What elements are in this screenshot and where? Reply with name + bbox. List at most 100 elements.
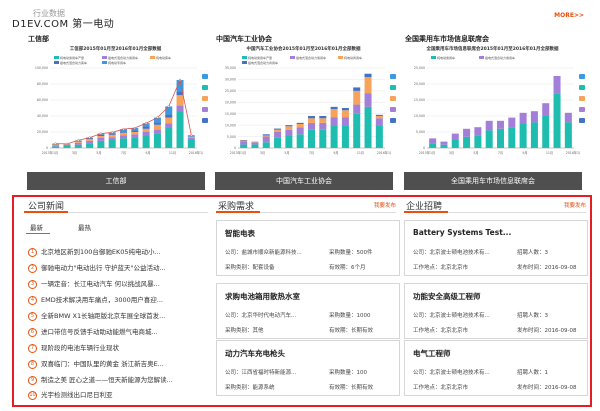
- news-item[interactable]: 5 全新BMW X1长轴距版北京车展全球首发...: [28, 310, 165, 321]
- legend-swatch: [150, 56, 155, 59]
- news-item[interactable]: 4 EMD技术解决用车痛点，3000用户喜迎...: [28, 294, 163, 305]
- procurement-card[interactable]: 动力汽车充电枪头 公司：江西省福时特新能源... 采购数量：100 采购类别：能…: [216, 340, 400, 396]
- toolbox-icon[interactable]: [390, 85, 396, 90]
- toolbox-icon[interactable]: [202, 85, 208, 90]
- y-tick-label: 25,000: [225, 89, 236, 93]
- news-item[interactable]: 7 现阶段的电池车辆行业现状: [28, 342, 119, 353]
- card-company-label: 公司：: [413, 370, 430, 376]
- job-card[interactable]: 功能安全高级工程师 公司：北京波士顿电池技术有... 招聘人数：3 工作地点：北…: [404, 283, 588, 339]
- card-company-value: 北京波士顿电池技术有...: [429, 370, 490, 376]
- y-tick-label: 10,000: [225, 123, 236, 127]
- toolbox-icon[interactable]: [579, 107, 585, 112]
- x-tick-label: 11月: [546, 151, 553, 155]
- bar-segment: [108, 140, 116, 148]
- card-title[interactable]: 动力汽车充电枪头: [225, 348, 285, 359]
- bar-segment: [86, 143, 94, 148]
- legend-label: 纯电动客车: [156, 55, 171, 60]
- legend-swatch: [290, 56, 295, 59]
- toolbox-icon[interactable]: [202, 118, 208, 123]
- x-tick-label: 2015年1月: [230, 150, 247, 155]
- toolbox-icon[interactable]: [202, 74, 208, 79]
- bar-segment: [274, 129, 282, 132]
- y-tick-label: 20,000: [225, 100, 236, 104]
- bar-segment: [142, 126, 150, 129]
- toolbox-icon[interactable]: [390, 107, 396, 112]
- toolbox-icon[interactable]: [390, 118, 396, 123]
- card-title[interactable]: 功能安全高级工程师: [413, 291, 481, 302]
- news-item[interactable]: 2 御驰电动力"电动出行 守护蓝天"公益活动...: [28, 262, 166, 273]
- card-qty-value: 100: [356, 370, 368, 376]
- toolbox-icon[interactable]: [579, 118, 585, 123]
- chart-toolbox[interactable]: [579, 74, 587, 129]
- card-company: 公司：北京华时代电动汽车...: [225, 311, 296, 319]
- bar-segment: [319, 122, 327, 130]
- miit-button[interactable]: 工信部: [27, 172, 205, 190]
- bar-segment: [296, 124, 304, 128]
- news-item[interactable]: 10 光宇检测线出口尼日利亚: [28, 389, 113, 400]
- line-point: [122, 128, 125, 131]
- bar-segment: [285, 129, 293, 136]
- card-count: 招聘人数：3: [517, 248, 548, 256]
- news-item[interactable]: 1 北京地区新到100台御驰EK05纯电动小...: [28, 246, 161, 257]
- legend-swatch: [242, 56, 247, 59]
- y-tick-label: 10,000: [414, 114, 425, 118]
- bar-segment: [108, 134, 116, 138]
- card-title[interactable]: Battery Systems Test...: [413, 228, 511, 237]
- bar-segment: [485, 130, 493, 148]
- line-point: [178, 78, 182, 82]
- x-tick-label: 3月: [260, 151, 265, 155]
- tab-latest[interactable]: 最新: [30, 222, 43, 232]
- more-link[interactable]: MORE>>: [554, 12, 584, 19]
- news-item[interactable]: 6 进口带信号反馈手动助动能燃气电商城...: [28, 326, 158, 337]
- active-tab-indicator: [26, 233, 50, 234]
- job-card[interactable]: Battery Systems Test... 公司：北京波士顿电池技术有...…: [404, 220, 588, 276]
- cpca-button[interactable]: 全国乘用车市场信息联席会: [404, 172, 582, 190]
- chart-toolbox[interactable]: [202, 74, 210, 129]
- card-title[interactable]: 电气工程师: [413, 348, 451, 359]
- x-tick-label: 7月: [309, 151, 314, 155]
- toolbox-icon[interactable]: [202, 107, 208, 112]
- bar-segment: [307, 129, 316, 148]
- card-title[interactable]: 智能电表: [225, 228, 255, 239]
- toolbox-icon[interactable]: [579, 74, 585, 79]
- chart-cpca[interactable]: 纯电动乘用车 插电式混合动力乘用车 0 5,000 10,000 15,000 20,000…: [405, 44, 580, 166]
- toolbox-icon[interactable]: [390, 74, 396, 79]
- card-period-value: 长期有效: [351, 328, 374, 334]
- bar-segment: [52, 145, 60, 147]
- toolbox-icon[interactable]: [390, 96, 396, 101]
- bar-segment: [564, 122, 572, 148]
- card-period: 有效期：长期有效: [329, 326, 373, 334]
- procurement-card[interactable]: 智能电表 公司：盐城市顺众新能源科技... 采购数量：500件 采购类别：配套设…: [216, 220, 400, 276]
- bar-segment: [74, 142, 82, 145]
- procurement-post-link[interactable]: 我要发布: [374, 201, 396, 209]
- chart-miit[interactable]: 纯电动乘用车产量 插电式混合动力乘用车 纯电动客车 插电式混合动力客车 纯电动专用车 0 2…: [28, 44, 203, 166]
- card-qty-value: 1000: [356, 313, 371, 319]
- toolbox-icon[interactable]: [579, 85, 585, 90]
- chart-caam-svg: 纯电动乘用车产量 插电式混合动力乘用车 纯电动商用车插电式混合动力商用车 0 5,000…: [225, 55, 391, 155]
- bar-segment: [474, 127, 482, 136]
- caam-button[interactable]: 中国汽车工业协会: [215, 172, 393, 190]
- news-item[interactable]: 9 制造之美 匠心之道——恒天新能源为您解读...: [28, 374, 173, 385]
- tab-hottest[interactable]: 最热: [78, 222, 91, 232]
- x-tick-label: 9月: [145, 151, 150, 155]
- bar-segment: [274, 128, 282, 130]
- card-period: 有效期：长期有效: [329, 383, 373, 391]
- chart-toolbox[interactable]: [390, 74, 398, 129]
- recruitment-post-link[interactable]: 我要发布: [564, 201, 586, 209]
- card-company-label: 公司：: [413, 313, 430, 319]
- x-tick-label: 3月: [449, 151, 454, 155]
- news-item[interactable]: 8 双喜临门：中国队里的黄金 浙江新吉奥E...: [28, 358, 164, 369]
- toolbox-icon[interactable]: [579, 96, 585, 101]
- toolbox-icon[interactable]: [202, 96, 208, 101]
- legend-label: 插电式混合动力乘用车: [485, 55, 515, 60]
- card-title[interactable]: 求购电池箱用散热水室: [225, 291, 300, 302]
- news-item[interactable]: 3 一辆定音：长江电动汽车 何以挑战风暴...: [28, 278, 160, 289]
- y-tick-label: 0: [234, 146, 236, 150]
- bar-segment: [131, 137, 139, 148]
- bar-segment: [119, 135, 128, 139]
- legend-label: 插电式混合动力客车: [60, 60, 87, 65]
- chart-caam[interactable]: 纯电动乘用车产量 插电式混合动力乘用车 纯电动商用车 插电式混合动力商用车 0 5,000…: [216, 44, 391, 166]
- card-company-label: 公司：: [225, 313, 242, 319]
- procurement-card[interactable]: 求购电池箱用散热水室 公司：北京华时代电动汽车... 采购数量：1000 采购类…: [216, 283, 400, 339]
- job-card[interactable]: 电气工程师 公司：北京波士顿电池技术有... 招聘人数：1 工作地点：北京北京市…: [404, 340, 588, 396]
